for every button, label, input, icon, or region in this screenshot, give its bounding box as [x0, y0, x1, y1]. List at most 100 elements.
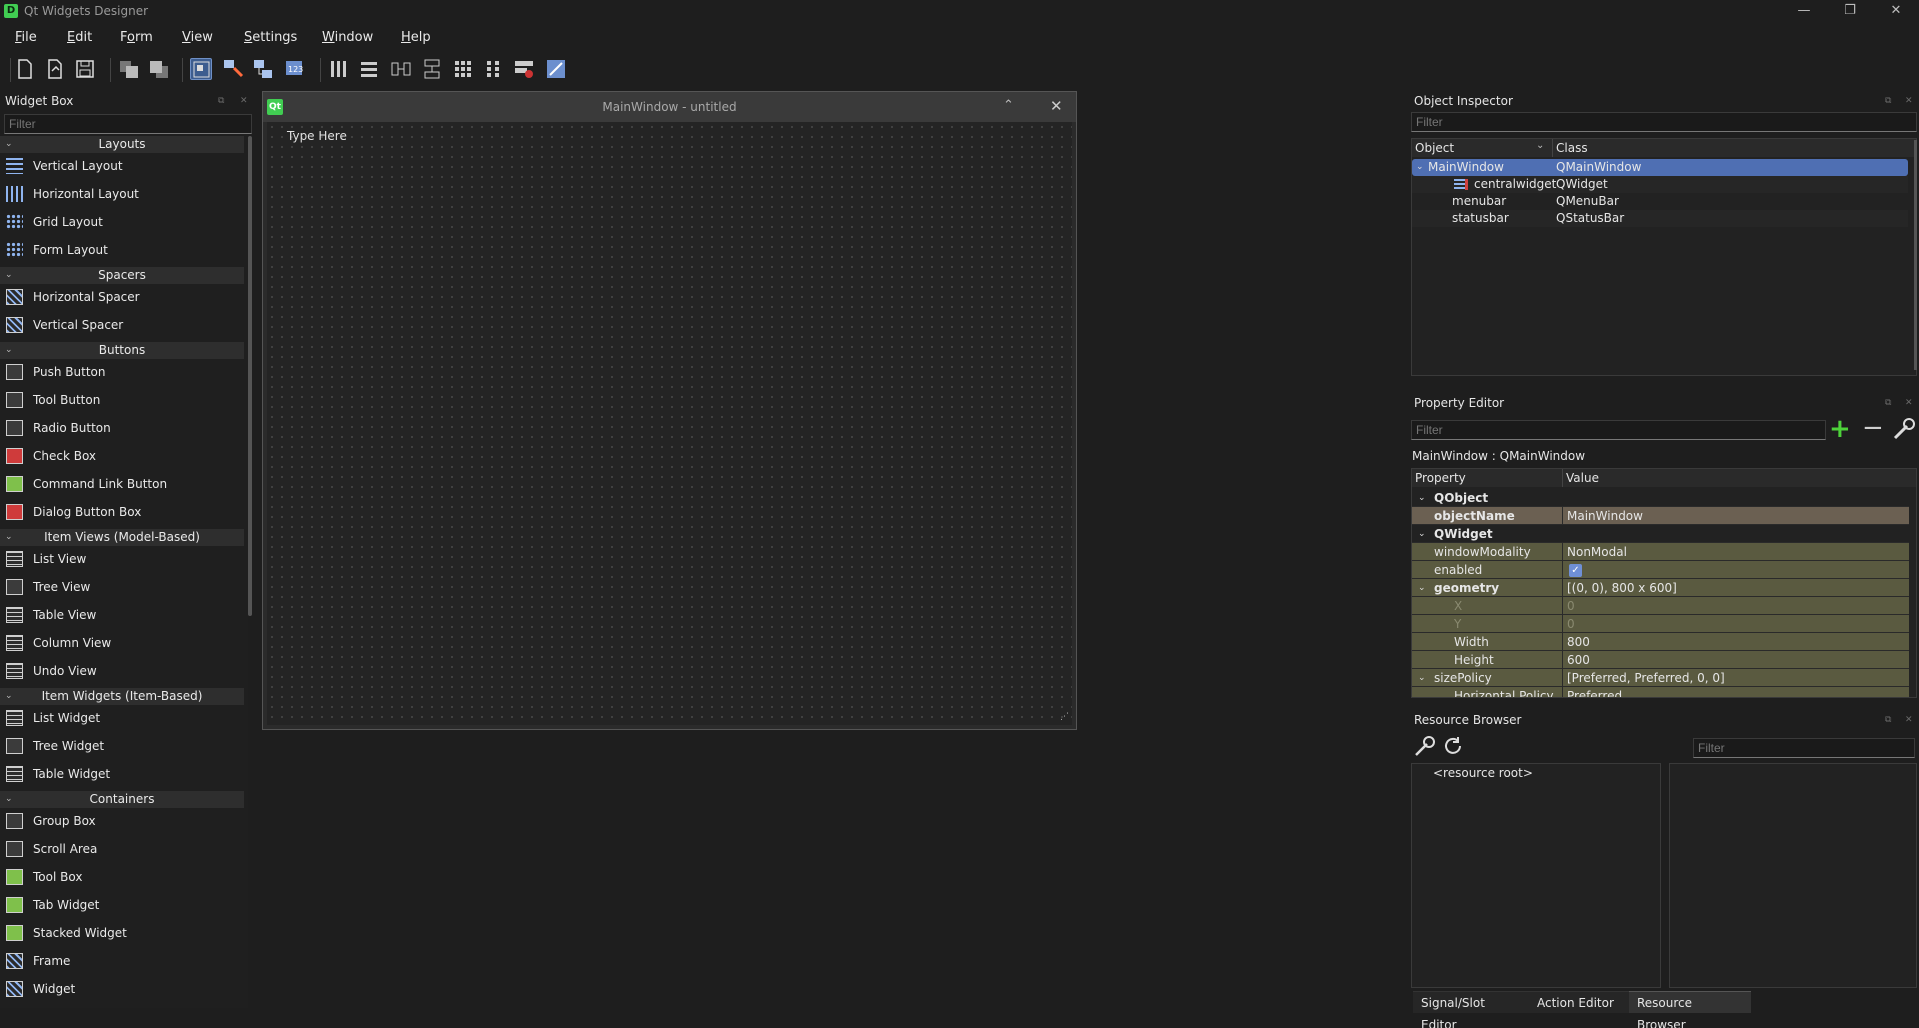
- edit-resources-wrench-icon[interactable]: [1413, 734, 1437, 758]
- edit-widgets-icon[interactable]: [190, 58, 212, 80]
- restore-icon[interactable]: ❐: [1827, 0, 1873, 24]
- adjust-size-icon[interactable]: [545, 58, 567, 80]
- widget-item-group-box[interactable]: Group Box: [6, 810, 244, 832]
- menu-help[interactable]: Help: [401, 30, 431, 45]
- object-tree-row[interactable]: statusbar QStatusBar: [1412, 210, 1908, 227]
- menu-form[interactable]: Form: [120, 30, 153, 45]
- widget-item-tab-widget[interactable]: Tab Widget: [6, 894, 244, 916]
- enabled-checkbox[interactable]: ✓: [1569, 564, 1582, 577]
- category-layouts[interactable]: ⌄ Layouts: [0, 136, 244, 153]
- property-value[interactable]: 800: [1563, 633, 1590, 651]
- lay-out-vertical-splitter-icon[interactable]: [421, 58, 443, 80]
- add-dynamic-property-icon[interactable]: +: [1829, 416, 1857, 442]
- resource-tree[interactable]: <resource root>: [1411, 763, 1661, 988]
- menu-edit[interactable]: Edit: [67, 30, 92, 45]
- chevron-down-icon[interactable]: ⌄: [5, 342, 13, 359]
- property-row[interactable]: ⌄ geometry [(0, 0), 800 x 600]: [1412, 579, 1909, 597]
- menu-settings[interactable]: Settings: [244, 30, 297, 45]
- menu-view[interactable]: View: [182, 30, 213, 45]
- save-icon[interactable]: [74, 58, 96, 80]
- chevron-down-icon[interactable]: ⌄: [5, 136, 13, 153]
- close-icon[interactable]: ✕: [1905, 398, 1915, 408]
- widget-item-stacked-widget[interactable]: Stacked Widget: [6, 922, 244, 944]
- value-column-header[interactable]: Value: [1566, 471, 1599, 485]
- widget-item-table-widget[interactable]: Table Widget: [6, 763, 244, 785]
- property-row[interactable]: Horizontal Policy Preferred: [1412, 687, 1909, 697]
- send-to-back-icon[interactable]: [118, 58, 140, 80]
- widget-item-dialog-button-box[interactable]: Dialog Button Box: [6, 501, 244, 523]
- property-row[interactable]: ⌄ sizePolicy [Preferred, Preferred, 0, 0]: [1412, 669, 1909, 687]
- resource-filter-input[interactable]: [1693, 738, 1915, 758]
- open-file-icon[interactable]: [44, 58, 66, 80]
- resource-root-item[interactable]: <resource root>: [1433, 766, 1533, 780]
- property-filter-input[interactable]: [1411, 420, 1826, 440]
- close-icon[interactable]: ✕: [1050, 97, 1063, 115]
- widget-item-list-view[interactable]: List View: [6, 548, 244, 570]
- edit-signals-slots-icon[interactable]: [222, 58, 244, 80]
- lay-out-horizontally-icon[interactable]: [328, 58, 350, 80]
- property-value[interactable]: [(0, 0), 800 x 600]: [1563, 579, 1677, 597]
- property-row[interactable]: Y0: [1412, 615, 1909, 633]
- property-row[interactable]: objectName MainWindow: [1412, 507, 1909, 525]
- property-column-header[interactable]: Property: [1415, 471, 1466, 485]
- float-icon[interactable]: ⧉: [1885, 715, 1895, 725]
- widget-item-horizontal-spacer[interactable]: Horizontal Spacer: [6, 286, 244, 308]
- widget-item-undo-view[interactable]: Undo View: [6, 660, 244, 682]
- remove-dynamic-property-icon[interactable]: −: [1862, 415, 1886, 442]
- form-window-titlebar[interactable]: Qt MainWindow - untitled ⌃ ✕: [263, 92, 1076, 122]
- form-canvas[interactable]: Type Here ⋰: [267, 122, 1072, 725]
- object-tree-row[interactable]: centralwidget QWidget: [1412, 176, 1908, 193]
- object-column-header[interactable]: Object: [1415, 141, 1454, 155]
- widget-item-list-widget[interactable]: List Widget: [6, 707, 244, 729]
- property-row[interactable]: X0: [1412, 597, 1909, 615]
- widget-item-grid-layout[interactable]: Grid Layout: [6, 211, 244, 233]
- widget-item-form-layout[interactable]: Form Layout: [6, 239, 244, 261]
- property-value[interactable]: [Preferred, Preferred, 0, 0]: [1563, 669, 1725, 687]
- category-buttons[interactable]: ⌄ Buttons: [0, 342, 244, 359]
- minimize-icon[interactable]: —: [1781, 0, 1827, 24]
- tab-action-editor[interactable]: Action Editor: [1529, 991, 1629, 1013]
- close-icon[interactable]: ✕: [240, 96, 250, 106]
- new-file-icon[interactable]: [14, 58, 36, 80]
- property-row[interactable]: Height 600: [1412, 651, 1909, 669]
- tab-resource-browser[interactable]: Resource Browser: [1629, 991, 1751, 1028]
- widget-item-vertical-spacer[interactable]: Vertical Spacer: [6, 314, 244, 336]
- category-spacers[interactable]: ⌄ Spacers: [0, 267, 244, 284]
- menu-file[interactable]: File: [15, 30, 37, 45]
- close-icon[interactable]: ✕: [1905, 96, 1915, 106]
- shade-icon[interactable]: ⌃: [1003, 98, 1014, 113]
- menubar-type-here[interactable]: Type Here: [287, 129, 347, 143]
- bring-to-front-icon[interactable]: [148, 58, 170, 80]
- widget-item-command-link-button[interactable]: Command Link Button: [6, 473, 244, 495]
- float-icon[interactable]: ⧉: [218, 96, 228, 106]
- property-value[interactable]: 0: [1563, 597, 1575, 615]
- property-row[interactable]: windowModality NonModal: [1412, 543, 1909, 561]
- chevron-down-icon[interactable]: ⌄: [5, 529, 13, 546]
- category-containers[interactable]: ⌄ Containers: [0, 791, 244, 808]
- object-tree[interactable]: Object ⌄ Class ⌄ MainWindow QMainWindow cen…: [1411, 138, 1917, 376]
- widget-item-frame[interactable]: Frame: [6, 950, 244, 972]
- widget-item-tool-box[interactable]: Tool Box: [6, 866, 244, 888]
- widget-box-filter-input[interactable]: [4, 114, 252, 134]
- sort-chevron-icon[interactable]: ⌄: [1536, 140, 1544, 151]
- widget-item-scroll-area[interactable]: Scroll Area: [6, 838, 244, 860]
- chevron-down-icon[interactable]: ⌄: [1416, 159, 1424, 176]
- property-row[interactable]: ⌄ QObject: [1412, 489, 1909, 507]
- chevron-down-icon[interactable]: ⌄: [5, 267, 13, 284]
- chevron-down-icon[interactable]: ⌄: [1418, 579, 1426, 597]
- chevron-down-icon[interactable]: ⌄: [1418, 669, 1426, 687]
- tab-signal-slot-editor[interactable]: Signal/Slot Editor: [1413, 991, 1529, 1028]
- class-column-header[interactable]: Class: [1556, 141, 1588, 155]
- object-tree-row[interactable]: ⌄ MainWindow QMainWindow: [1412, 159, 1908, 176]
- property-row[interactable]: ⌄ QWidget: [1412, 525, 1909, 543]
- widget-item-tree-view[interactable]: Tree View: [6, 576, 244, 598]
- property-row[interactable]: Width 800: [1412, 633, 1909, 651]
- reload-icon[interactable]: [1441, 734, 1465, 758]
- chevron-down-icon[interactable]: ⌄: [1418, 489, 1426, 507]
- close-icon[interactable]: ✕: [1873, 0, 1919, 24]
- property-value[interactable]: MainWindow: [1563, 507, 1643, 525]
- menu-window[interactable]: Window: [322, 30, 373, 45]
- widget-item-table-view[interactable]: Table View: [6, 604, 244, 626]
- close-icon[interactable]: ✕: [1905, 715, 1915, 725]
- widget-item-tree-widget[interactable]: Tree Widget: [6, 735, 244, 757]
